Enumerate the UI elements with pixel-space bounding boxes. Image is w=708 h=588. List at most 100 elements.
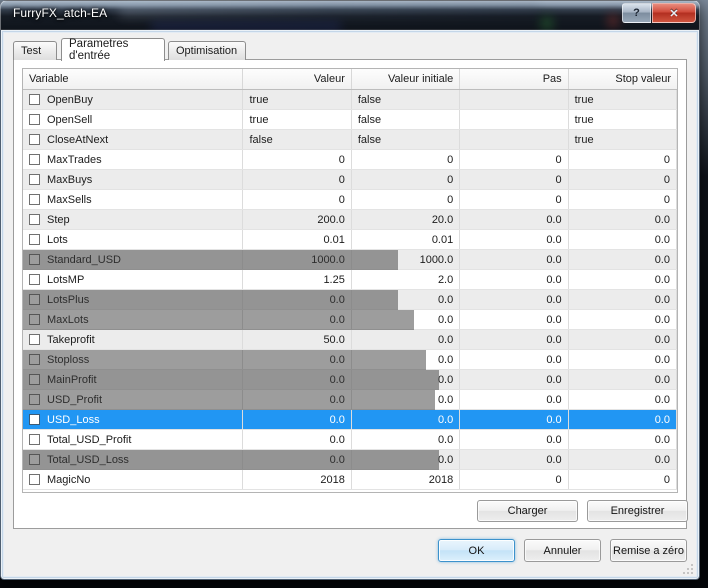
cell-stop-valeur[interactable]: 0.0: [569, 230, 677, 249]
cell-valeur[interactable]: true: [243, 90, 351, 109]
ok-button[interactable]: OK: [438, 539, 515, 562]
cell-valeur-initiale[interactable]: 0.01: [352, 230, 460, 249]
cell-valeur[interactable]: 0.0: [243, 310, 351, 329]
cell-valeur[interactable]: true: [243, 110, 351, 129]
cell-valeur-initiale[interactable]: 0.0: [352, 410, 460, 429]
table-row[interactable]: Step200.020.00.00.0: [23, 210, 677, 230]
cell-valeur[interactable]: 0.0: [243, 390, 351, 409]
row-checkbox[interactable]: [29, 314, 40, 325]
cell-valeur[interactable]: 1.25: [243, 270, 351, 289]
row-checkbox[interactable]: [29, 154, 40, 165]
cell-valeur-initiale[interactable]: 0.0: [352, 390, 460, 409]
cell-stop-valeur[interactable]: true: [569, 90, 677, 109]
cell-stop-valeur[interactable]: 0.0: [569, 430, 677, 449]
cell-valeur-initiale[interactable]: 0.0: [352, 350, 460, 369]
cell-valeur[interactable]: 0: [243, 150, 351, 169]
title-bar[interactable]: FurryFX_atch-EA ? ✕: [0, 0, 700, 30]
cell-pas[interactable]: [460, 90, 568, 109]
table-row[interactable]: USD_Profit0.00.00.00.0: [23, 390, 677, 410]
cell-pas[interactable]: 0.0: [460, 430, 568, 449]
cell-valeur-initiale[interactable]: 0.0: [352, 310, 460, 329]
cell-valeur-initiale[interactable]: 1000.0: [352, 250, 460, 269]
cell-stop-valeur[interactable]: 0: [569, 150, 677, 169]
cell-stop-valeur[interactable]: true: [569, 130, 677, 149]
column-header-stop-valeur[interactable]: Stop valeur: [569, 69, 677, 89]
table-row[interactable]: Total_USD_Profit0.00.00.00.0: [23, 430, 677, 450]
cell-valeur-initiale[interactable]: false: [352, 130, 460, 149]
cell-valeur[interactable]: 50.0: [243, 330, 351, 349]
cell-pas[interactable]: 0.0: [460, 410, 568, 429]
row-checkbox[interactable]: [29, 334, 40, 345]
cell-valeur-initiale[interactable]: false: [352, 110, 460, 129]
cell-pas[interactable]: 0.0: [460, 330, 568, 349]
table-row[interactable]: MainProfit0.00.00.00.0: [23, 370, 677, 390]
cell-pas[interactable]: 0.0: [460, 290, 568, 309]
help-icon[interactable]: ?: [622, 3, 651, 23]
cell-valeur[interactable]: 0.0: [243, 290, 351, 309]
row-checkbox[interactable]: [29, 414, 40, 425]
parameters-table[interactable]: Variable Valeur Valeur initiale Pas Stop…: [22, 68, 678, 493]
cell-valeur-initiale[interactable]: 0: [352, 190, 460, 209]
tab-test[interactable]: Test: [13, 41, 57, 60]
cell-stop-valeur[interactable]: true: [569, 110, 677, 129]
table-row[interactable]: USD_Loss0.00.00.00.0: [23, 410, 677, 430]
cell-valeur-initiale[interactable]: 2018: [352, 470, 460, 489]
row-checkbox[interactable]: [29, 474, 40, 485]
cell-stop-valeur[interactable]: 0.0: [569, 250, 677, 269]
column-header-variable[interactable]: Variable: [23, 69, 243, 89]
cell-pas[interactable]: 0.0: [460, 350, 568, 369]
table-row[interactable]: MaxTrades0000: [23, 150, 677, 170]
table-row[interactable]: CloseAtNextfalsefalsetrue: [23, 130, 677, 150]
cell-stop-valeur[interactable]: 0: [569, 190, 677, 209]
cell-stop-valeur[interactable]: 0.0: [569, 210, 677, 229]
table-row[interactable]: Lots0.010.010.00.0: [23, 230, 677, 250]
cell-valeur-initiale[interactable]: 0.0: [352, 370, 460, 389]
row-checkbox[interactable]: [29, 254, 40, 265]
cell-valeur[interactable]: 200.0: [243, 210, 351, 229]
row-checkbox[interactable]: [29, 94, 40, 105]
table-row[interactable]: OpenSelltruefalsetrue: [23, 110, 677, 130]
cell-valeur-initiale[interactable]: 0.0: [352, 290, 460, 309]
row-checkbox[interactable]: [29, 354, 40, 365]
row-checkbox[interactable]: [29, 174, 40, 185]
cell-pas[interactable]: 0: [460, 190, 568, 209]
cell-stop-valeur[interactable]: 0.0: [569, 350, 677, 369]
row-checkbox[interactable]: [29, 454, 40, 465]
row-checkbox[interactable]: [29, 274, 40, 285]
row-checkbox[interactable]: [29, 214, 40, 225]
close-icon[interactable]: ✕: [652, 3, 696, 23]
cell-stop-valeur[interactable]: 0.0: [569, 390, 677, 409]
cell-stop-valeur[interactable]: 0.0: [569, 270, 677, 289]
cell-valeur[interactable]: 0.0: [243, 350, 351, 369]
tab-parametres-dentree[interactable]: Parametres d'entrée: [61, 38, 165, 61]
remise-a-zero-button[interactable]: Remise a zéro: [610, 539, 687, 562]
cell-stop-valeur[interactable]: 0: [569, 470, 677, 489]
table-row[interactable]: MaxSells0000: [23, 190, 677, 210]
table-row[interactable]: OpenBuytruefalsetrue: [23, 90, 677, 110]
cell-pas[interactable]: 0.0: [460, 390, 568, 409]
tab-optimisation[interactable]: Optimisation: [168, 41, 246, 60]
cell-valeur[interactable]: 0.0: [243, 430, 351, 449]
cell-valeur[interactable]: 0: [243, 190, 351, 209]
cell-pas[interactable]: 0.0: [460, 450, 568, 469]
row-checkbox[interactable]: [29, 394, 40, 405]
resize-gripper-icon[interactable]: [683, 564, 695, 576]
cell-stop-valeur[interactable]: 0.0: [569, 410, 677, 429]
cell-valeur[interactable]: 1000.0: [243, 250, 351, 269]
cell-stop-valeur[interactable]: 0.0: [569, 370, 677, 389]
row-checkbox[interactable]: [29, 374, 40, 385]
row-checkbox[interactable]: [29, 114, 40, 125]
cell-stop-valeur[interactable]: 0.0: [569, 310, 677, 329]
table-row[interactable]: Total_USD_Loss0.00.00.00.0: [23, 450, 677, 470]
table-row[interactable]: LotsMP1.252.00.00.0: [23, 270, 677, 290]
column-header-pas[interactable]: Pas: [460, 69, 568, 89]
row-checkbox[interactable]: [29, 234, 40, 245]
table-row[interactable]: MagicNo2018201800: [23, 470, 677, 490]
table-row[interactable]: Takeprofit50.00.00.00.0: [23, 330, 677, 350]
cell-valeur[interactable]: 2018: [243, 470, 351, 489]
cell-valeur-initiale[interactable]: 2.0: [352, 270, 460, 289]
charger-button[interactable]: Charger: [477, 500, 578, 522]
cell-pas[interactable]: 0.0: [460, 370, 568, 389]
cell-pas[interactable]: 0.0: [460, 230, 568, 249]
row-checkbox[interactable]: [29, 134, 40, 145]
